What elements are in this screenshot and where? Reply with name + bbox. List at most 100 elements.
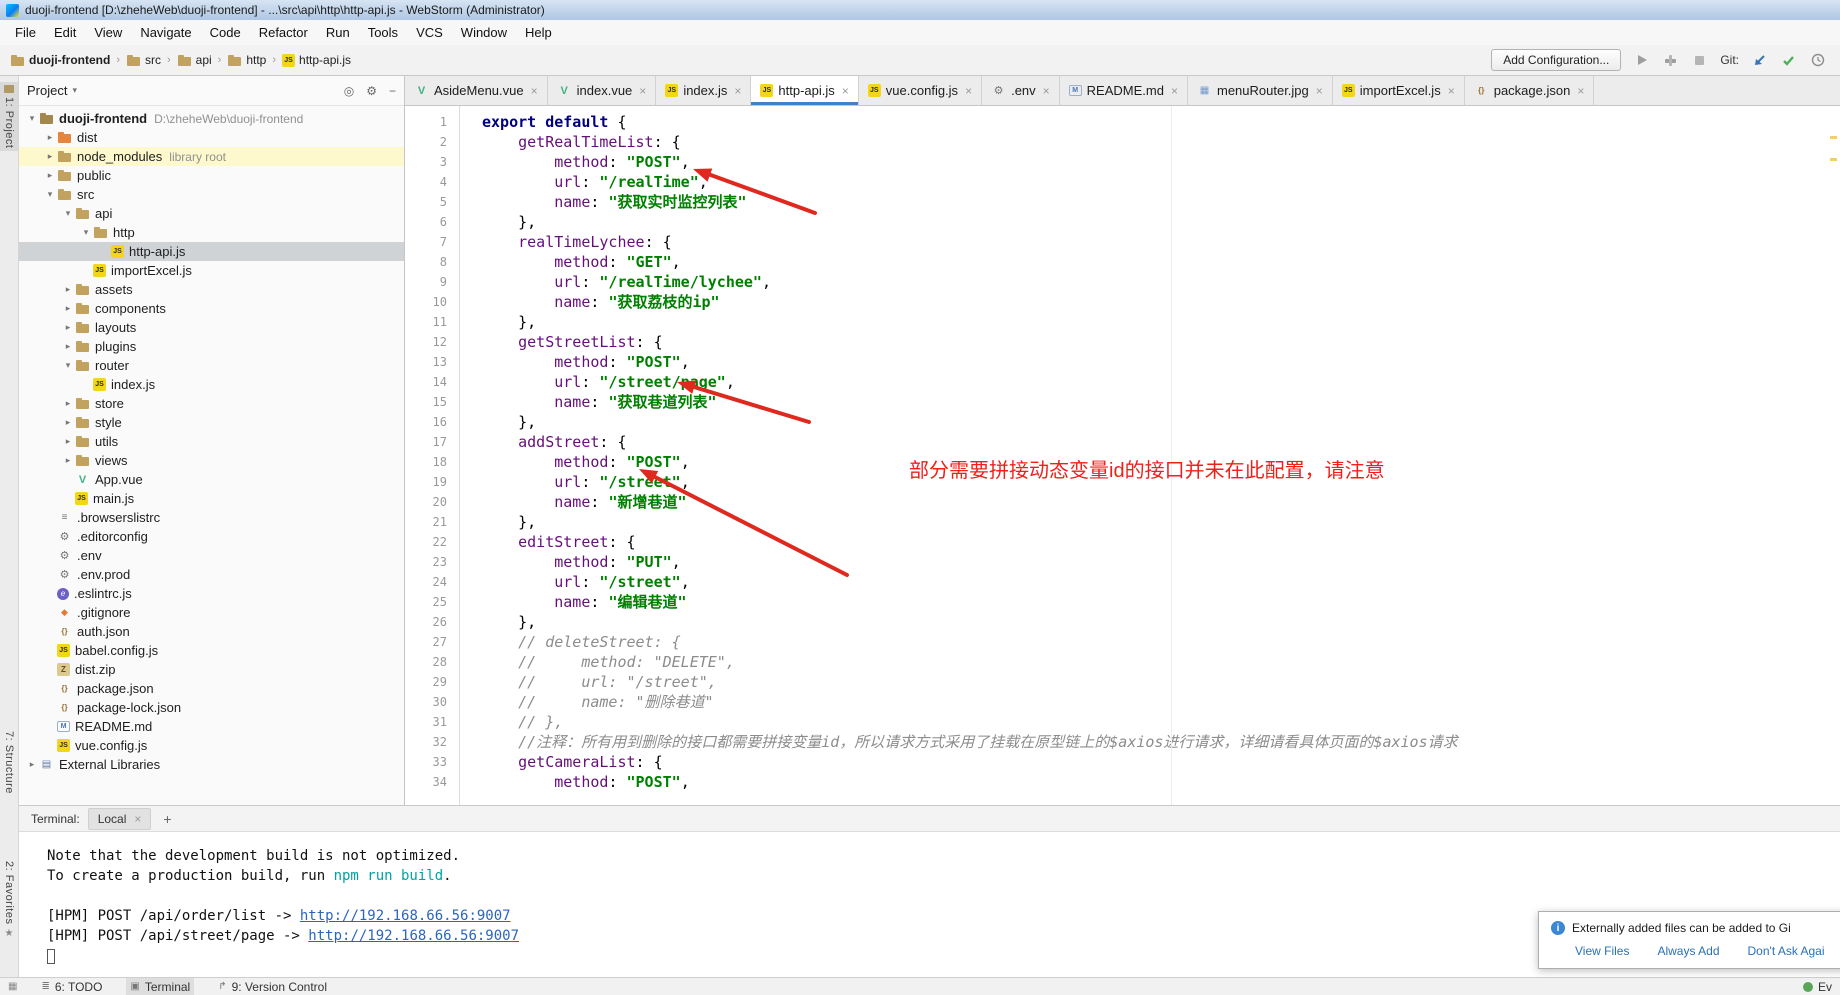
- tab-http-api-js[interactable]: JShttp-api.js×: [751, 76, 858, 105]
- close-icon[interactable]: ×: [1043, 84, 1050, 98]
- chevron-down-icon[interactable]: ▾: [72, 85, 77, 96]
- chevron-closed-icon[interactable]: ▸: [61, 455, 75, 466]
- chevron-closed-icon[interactable]: ▸: [61, 322, 75, 333]
- tree-item-router[interactable]: ▾router: [19, 356, 404, 375]
- terminal-cursor[interactable]: [47, 949, 55, 964]
- tree-item-plugins[interactable]: ▸plugins: [19, 337, 404, 356]
- menu-window[interactable]: Window: [452, 20, 516, 45]
- tree-item-app-vue[interactable]: VApp.vue: [19, 470, 404, 489]
- menu-edit[interactable]: Edit: [45, 20, 85, 45]
- menu-tools[interactable]: Tools: [359, 20, 407, 45]
- menu-code[interactable]: Code: [201, 20, 250, 45]
- chevron-closed-icon[interactable]: ▸: [43, 132, 57, 143]
- tree-item-auth-json[interactable]: {}auth.json: [19, 622, 404, 641]
- tab-menurouter-jpg[interactable]: ▦menuRouter.jpg×: [1188, 76, 1333, 105]
- add-configuration-button[interactable]: Add Configuration...: [1491, 49, 1621, 71]
- tree-item-dist-zip[interactable]: Zdist.zip: [19, 660, 404, 679]
- chevron-closed-icon[interactable]: ▸: [61, 398, 75, 409]
- chevron-closed-icon[interactable]: ▸: [61, 284, 75, 295]
- tree-item-layouts[interactable]: ▸layouts: [19, 318, 404, 337]
- git-commit-icon[interactable]: [1780, 52, 1797, 69]
- close-icon[interactable]: ×: [1316, 84, 1323, 98]
- breadcrumb-duoji-frontend[interactable]: duoji-frontend: [10, 53, 110, 68]
- menu-file[interactable]: File: [6, 20, 45, 45]
- notification-action-don-t-ask-agai[interactable]: Don't Ask Agai: [1748, 944, 1825, 958]
- tree-item-env-prod[interactable]: ⚙.env.prod: [19, 565, 404, 584]
- close-icon[interactable]: ×: [1448, 84, 1455, 98]
- menu-help[interactable]: Help: [516, 20, 561, 45]
- terminal-link[interactable]: http://192.168.66.56:9007: [308, 928, 519, 944]
- tree-item-readme-md[interactable]: MREADME.md: [19, 717, 404, 736]
- tree-item-store[interactable]: ▸store: [19, 394, 404, 413]
- breadcrumb-http-api-js[interactable]: JShttp-api.js: [282, 53, 351, 67]
- chevron-closed-icon[interactable]: ▸: [43, 170, 57, 181]
- status-terminal[interactable]: ▣Terminal: [126, 978, 194, 995]
- tab-importexcel-js[interactable]: JSimportExcel.js×: [1333, 76, 1465, 105]
- tree-item-api[interactable]: ▾api: [19, 204, 404, 223]
- tree-item-gitignore[interactable]: ◆.gitignore: [19, 603, 404, 622]
- tab-index-vue[interactable]: Vindex.vue×: [548, 76, 657, 105]
- stripe-project-button[interactable]: 1: Project: [0, 82, 18, 151]
- tree-item-components[interactable]: ▸components: [19, 299, 404, 318]
- chevron-closed-icon[interactable]: ▸: [61, 417, 75, 428]
- stripe-structure-button[interactable]: 7: Structure: [0, 728, 18, 797]
- tree-item-babel-config-js[interactable]: JSbabel.config.js: [19, 641, 404, 660]
- chevron-closed-icon[interactable]: ▸: [43, 151, 57, 162]
- tree-item-utils[interactable]: ▸utils: [19, 432, 404, 451]
- tree-item-eslintrc-js[interactable]: e.eslintrc.js: [19, 584, 404, 603]
- tree-item-views[interactable]: ▸views: [19, 451, 404, 470]
- chevron-open-icon[interactable]: ▾: [79, 227, 93, 238]
- close-icon[interactable]: ×: [965, 84, 972, 98]
- tree-item-vue-config-js[interactable]: JSvue.config.js: [19, 736, 404, 755]
- chevron-closed-icon[interactable]: ▸: [61, 341, 75, 352]
- close-icon[interactable]: ×: [134, 812, 141, 826]
- terminal-tab-local[interactable]: Local×: [88, 808, 152, 830]
- close-icon[interactable]: ×: [531, 84, 538, 98]
- tab-vue-config-js[interactable]: JSvue.config.js×: [859, 76, 982, 105]
- close-icon[interactable]: ×: [1171, 84, 1178, 98]
- tab-env[interactable]: ⚙.env×: [982, 76, 1060, 105]
- tree-item-dist[interactable]: ▸dist: [19, 128, 404, 147]
- tree-item-browserslistrc[interactable]: ≡.browserslistrc: [19, 508, 404, 527]
- tree-item-package-lock-json[interactable]: {}package-lock.json: [19, 698, 404, 717]
- status-6-todo[interactable]: ≣6: TODO: [37, 978, 106, 995]
- menu-vcs[interactable]: VCS: [407, 20, 452, 45]
- notification-action-always-add[interactable]: Always Add: [1657, 944, 1719, 958]
- status-9-version-control[interactable]: ↱9: Version Control: [214, 978, 331, 995]
- tree-item-editorconfig[interactable]: ⚙.editorconfig: [19, 527, 404, 546]
- notification-action-view-files[interactable]: View Files: [1575, 944, 1629, 958]
- tree-item-assets[interactable]: ▸assets: [19, 280, 404, 299]
- menu-run[interactable]: Run: [317, 20, 359, 45]
- chevron-closed-icon[interactable]: ▸: [61, 436, 75, 447]
- editor[interactable]: 1234567891011121314151617181920212223242…: [405, 106, 1840, 805]
- tab-readme-md[interactable]: MREADME.md×: [1060, 76, 1188, 105]
- menu-refactor[interactable]: Refactor: [250, 20, 317, 45]
- chevron-closed-icon[interactable]: ▸: [61, 303, 75, 314]
- tab-package-json[interactable]: {}package.json×: [1465, 76, 1595, 105]
- breadcrumb-http[interactable]: http: [227, 53, 266, 68]
- tree-item-src[interactable]: ▾src: [19, 185, 404, 204]
- tree-item-env[interactable]: ⚙.env: [19, 546, 404, 565]
- menu-navigate[interactable]: Navigate: [131, 20, 200, 45]
- tree-item-http-api-js[interactable]: JShttp-api.js: [19, 242, 404, 261]
- git-update-icon[interactable]: [1751, 52, 1768, 69]
- tree-item-public[interactable]: ▸public: [19, 166, 404, 185]
- gear-icon[interactable]: ⚙: [366, 84, 377, 98]
- event-log-button[interactable]: Ev: [1803, 980, 1832, 994]
- tree-item-package-json[interactable]: {}package.json: [19, 679, 404, 698]
- build-icon[interactable]: [1662, 52, 1679, 69]
- hide-panel-icon[interactable]: −: [389, 84, 396, 98]
- history-icon[interactable]: [1809, 52, 1826, 69]
- stop-icon[interactable]: [1691, 52, 1708, 69]
- tab-asidemenu-vue[interactable]: VAsideMenu.vue×: [405, 76, 548, 105]
- tree-item-main-js[interactable]: JSmain.js: [19, 489, 404, 508]
- run-icon[interactable]: [1633, 52, 1650, 69]
- tab-index-js[interactable]: JSindex.js×: [656, 76, 751, 105]
- toolwindow-toggle-icon[interactable]: ▦: [8, 981, 17, 992]
- tree-item-node-modules[interactable]: ▸node_moduleslibrary root: [19, 147, 404, 166]
- tree-item-http[interactable]: ▾http: [19, 223, 404, 242]
- chevron-open-icon[interactable]: ▾: [25, 113, 39, 124]
- close-icon[interactable]: ×: [1577, 84, 1584, 98]
- tree-item-external-libraries[interactable]: ▸▤External Libraries: [19, 755, 404, 774]
- terminal-link[interactable]: http://192.168.66.56:9007: [300, 908, 511, 924]
